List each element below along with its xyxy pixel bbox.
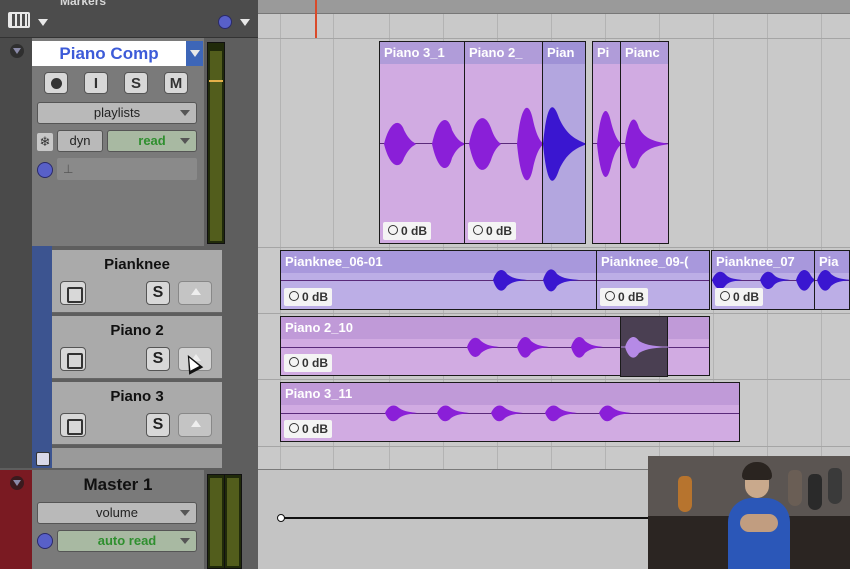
waveform: [543, 107, 585, 181]
audio-clip[interactable]: Pianknee_09-( 0 dB: [596, 250, 710, 310]
track-view-dropdown[interactable]: volume: [37, 502, 197, 524]
folder-indent-strip: [32, 246, 52, 468]
snowflake-icon[interactable]: ❄: [37, 133, 53, 151]
clip-gain-badge[interactable]: 0 dB: [468, 222, 517, 240]
markers-label: Markers: [60, 0, 107, 8]
audio-clip[interactable]: Piano 2_ 0 dB: [464, 41, 543, 244]
record-enable-button[interactable]: [44, 72, 68, 94]
playlist-toggle-icon[interactable]: [36, 452, 50, 466]
marker-ruler[interactable]: [258, 0, 850, 14]
clip-name: Piano 2_: [469, 45, 523, 60]
audio-clip[interactable]: Pia: [814, 250, 850, 310]
clip-name: Pianc: [625, 45, 660, 60]
audio-clip[interactable]: Pian: [542, 41, 586, 244]
presenter-video-overlay: [648, 456, 850, 569]
dyn-button[interactable]: dyn: [57, 130, 103, 152]
sub-track-footer: [52, 448, 222, 468]
clip-gain-badge[interactable]: 0 dB: [284, 354, 333, 372]
track-options-icon[interactable]: [10, 44, 24, 58]
input-monitor-button[interactable]: I: [84, 72, 108, 94]
waveform: [625, 119, 668, 169]
solo-button[interactable]: S: [146, 413, 170, 437]
automation-breakpoint[interactable]: [277, 514, 285, 522]
audio-clip[interactable]: Piano 3_11 0 dB: [280, 382, 740, 442]
clip-gain-badge[interactable]: 0 dB: [600, 288, 649, 306]
meter-peak-marker: [209, 80, 223, 82]
automation-mode-label: auto read: [97, 533, 157, 548]
solo-button[interactable]: S: [146, 347, 170, 371]
waveform: [817, 270, 849, 291]
timebase-clock-icon[interactable]: [218, 15, 232, 29]
audio-clip[interactable]: Piano 3_1 0 dB: [379, 41, 465, 244]
chevron-down-icon[interactable]: [240, 19, 250, 26]
playlist-view-button[interactable]: [60, 413, 86, 437]
voice-icon[interactable]: [37, 162, 53, 178]
clip-name: Pian: [547, 45, 575, 60]
waveform: [385, 405, 631, 422]
track-divider: [258, 446, 850, 447]
master-level-meter-left: [207, 474, 225, 569]
clip-gain-badge[interactable]: 0 dB: [284, 288, 333, 306]
clip-gain-badge[interactable]: 0 dB: [383, 222, 432, 240]
mute-button[interactable]: M: [164, 72, 188, 94]
sub-track-name: Pianknee: [104, 256, 170, 273]
solo-button[interactable]: S: [146, 281, 170, 305]
input-path-field[interactable]: ⊥: [57, 158, 197, 180]
voice-icon[interactable]: [37, 533, 53, 549]
waveform: [621, 337, 669, 358]
waveform: [597, 111, 620, 177]
level-meter: [207, 42, 225, 244]
track-options-icon[interactable]: [10, 476, 24, 490]
audio-clip[interactable]: Pi: [592, 41, 621, 244]
track-name-dropdown[interactable]: [186, 41, 203, 66]
sub-track-name: Piano 3: [110, 388, 164, 405]
automation-mode-dropdown[interactable]: read: [107, 130, 197, 152]
audio-clip[interactable]: Pianknee_06-01 0 dB: [280, 250, 598, 310]
track-view-label: volume: [96, 505, 138, 520]
selected-region[interactable]: [620, 316, 669, 377]
dyn-label: dyn: [69, 133, 91, 148]
waveform: [384, 120, 464, 168]
track-divider: [258, 38, 850, 39]
tracks-header-bar: Markers: [0, 0, 258, 38]
playhead-marker[interactable]: [315, 0, 317, 38]
clip-gain-badge[interactable]: 0 dB: [715, 288, 764, 306]
promote-to-main-button[interactable]: [178, 281, 212, 305]
clip-name: Pianknee_09-(: [601, 254, 689, 269]
playlist-view-button[interactable]: [60, 281, 86, 305]
track-list-icon[interactable]: [8, 12, 30, 28]
clip-name: Piano 3_1: [384, 45, 445, 60]
playlists-label: playlists: [93, 105, 141, 120]
solo-button[interactable]: S: [124, 72, 148, 94]
track-divider: [258, 313, 850, 314]
track-name[interactable]: Piano Comp: [32, 41, 186, 66]
volume-automation-line[interactable]: [280, 517, 650, 519]
chevron-down-icon[interactable]: [38, 19, 48, 26]
clip-name: Pi: [597, 45, 610, 60]
master-level-meter-right: [224, 474, 242, 569]
waveform: [469, 107, 542, 181]
playlist-view-button[interactable]: [60, 347, 86, 371]
track-divider: [258, 379, 850, 380]
track-divider: [258, 247, 850, 248]
sub-track-name: Piano 2: [110, 322, 164, 339]
audio-clip[interactable]: Pianc: [620, 41, 669, 244]
track-color-strip: [0, 38, 32, 468]
master-track-name[interactable]: Master 1: [32, 475, 204, 495]
automation-mode-dropdown[interactable]: auto read: [57, 530, 197, 552]
audio-clip[interactable]: Pianknee_07 0 dB: [711, 250, 815, 310]
playlists-dropdown[interactable]: playlists: [37, 102, 197, 124]
clip-gain-badge[interactable]: 0 dB: [284, 420, 333, 438]
automation-mode-label: read: [138, 133, 166, 148]
promote-to-main-button[interactable]: [178, 413, 212, 437]
